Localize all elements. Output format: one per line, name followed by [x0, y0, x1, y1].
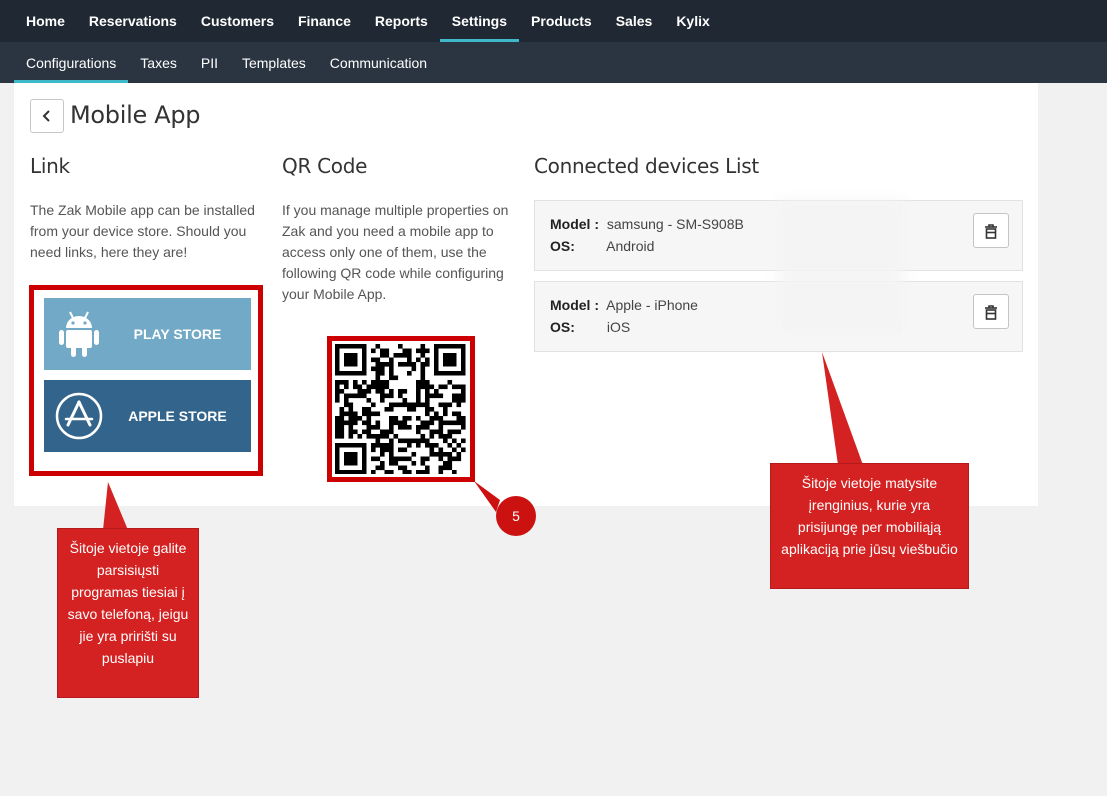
- right-callout-pointer: [822, 352, 863, 465]
- left-callout-pointer: [103, 482, 128, 530]
- right-annotation: Šitoje vietoje matysite įrenginius, kuri…: [770, 463, 969, 589]
- badge-pointer: [474, 481, 500, 512]
- left-annotation: Šitoje vietoje galite parsisiųsti progra…: [57, 528, 199, 698]
